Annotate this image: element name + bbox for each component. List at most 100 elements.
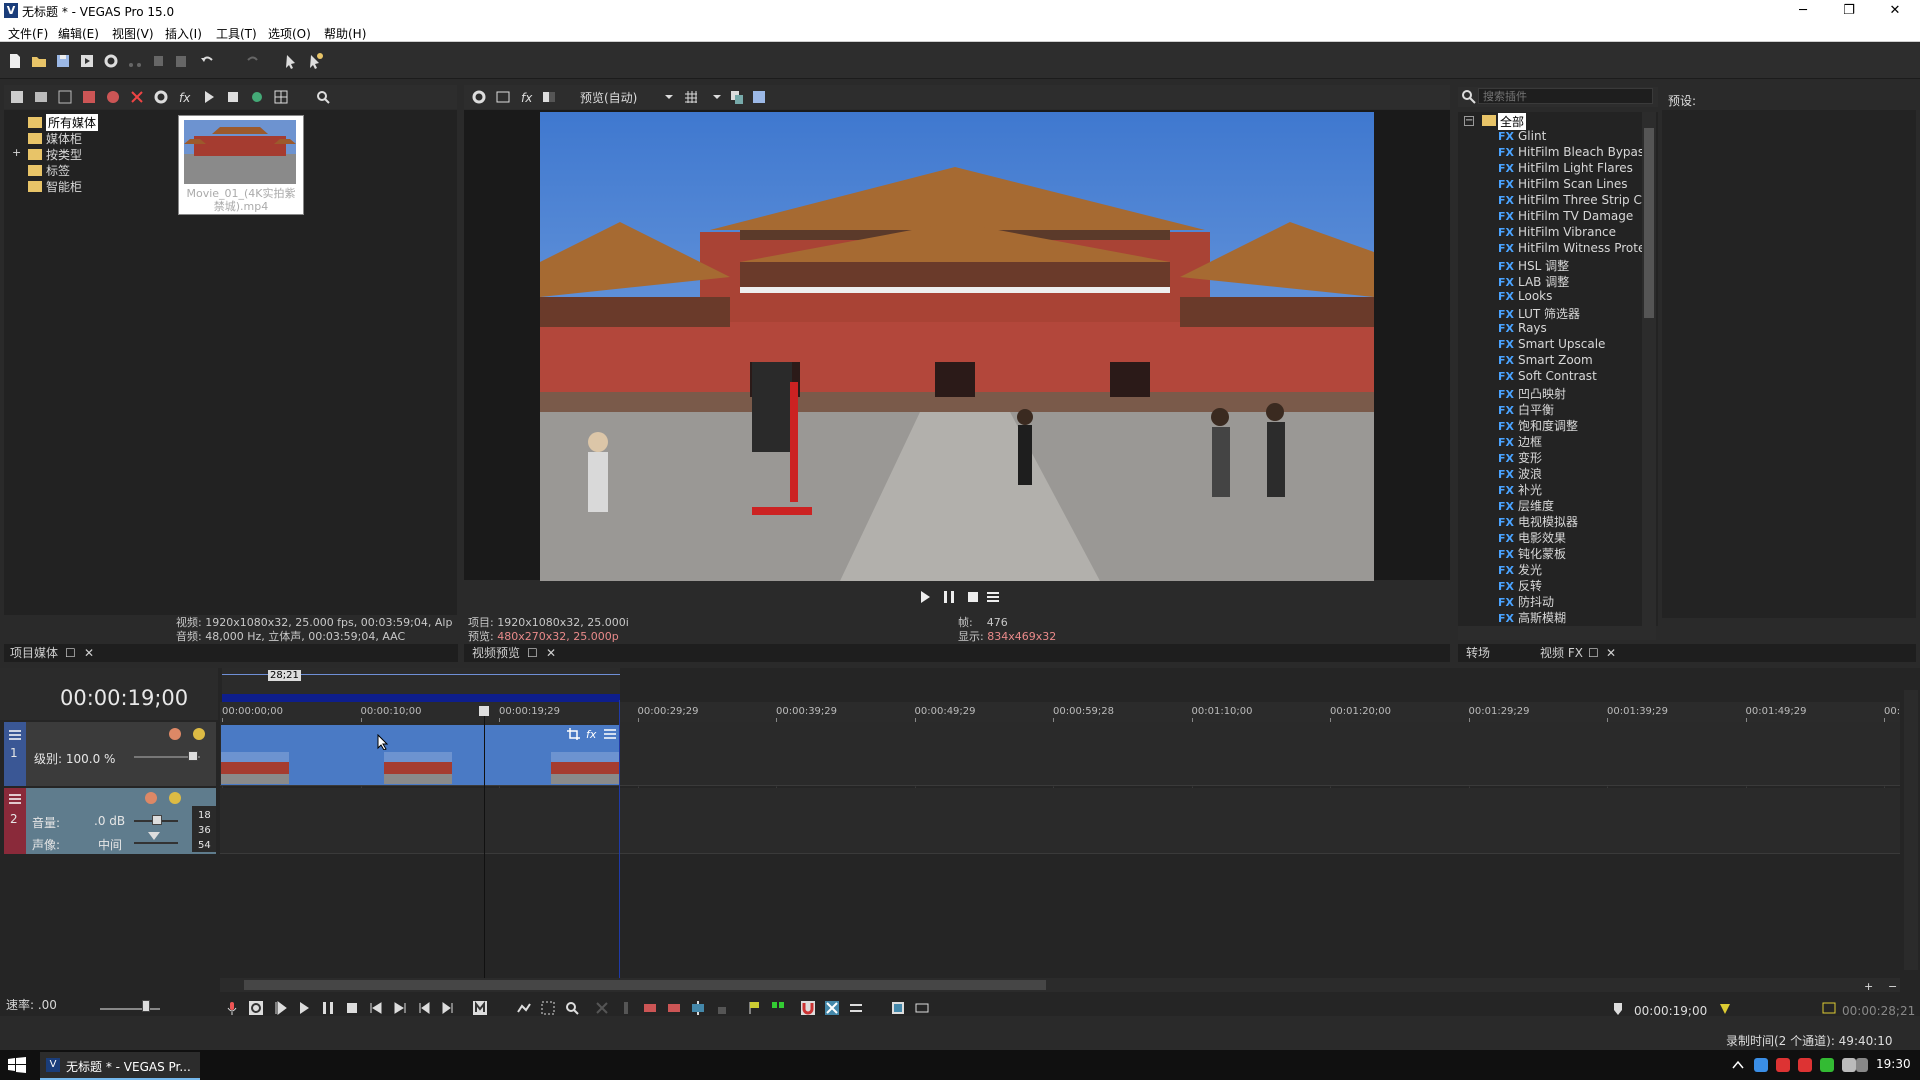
zoom-tool-icon[interactable] [564,1000,580,1016]
trim-icon[interactable] [618,1000,634,1016]
event-grouping-icon[interactable] [890,1000,906,1016]
fx-item[interactable]: FX Smart Zoom [1498,353,1642,369]
chevron-down-icon[interactable] [660,88,678,106]
fx-item[interactable]: FX HitFilm Three Strip Col [1498,193,1642,209]
fx-item[interactable]: FX Soft Contrast [1498,369,1642,385]
ripple-edit-icon[interactable] [848,1000,864,1016]
volume-slider-thumb[interactable] [152,815,162,825]
fx-item[interactable]: FX 电视模拟器 [1498,513,1642,529]
split-icon[interactable] [690,1000,706,1016]
tray-network-icon[interactable] [1842,1058,1856,1072]
play-icon[interactable] [916,588,934,606]
auto-preview-icon[interactable] [248,88,266,106]
solo-icon[interactable] [168,791,182,805]
delete-icon[interactable] [128,88,146,106]
menu-edit[interactable]: 编辑(E) [58,25,99,42]
fx-item[interactable]: FX HitFilm Scan Lines [1498,177,1642,193]
playhead-marker[interactable] [479,706,489,716]
menu-help[interactable]: 帮助(H) [324,25,366,42]
loop-region[interactable] [222,694,620,702]
save-snapshot-icon[interactable] [750,88,768,106]
fx-search-input[interactable] [1478,88,1653,104]
fx-item[interactable]: FX HitFilm Vibrance [1498,225,1642,241]
close-tab-icon[interactable]: ✕ [546,644,556,662]
audio-track-lane[interactable] [220,788,1900,854]
save-icon[interactable] [54,52,72,70]
fx-item[interactable]: FX Smart Upscale [1498,337,1642,353]
rate-slider-thumb[interactable] [142,1000,150,1012]
redo-icon[interactable] [244,52,262,70]
fx-scrollbar-thumb[interactable] [1644,128,1654,318]
fx-hscrollbar[interactable] [1458,626,1656,640]
envelope-tool-icon[interactable] [516,1000,532,1016]
close-tab-icon[interactable]: ✕ [1606,644,1616,662]
fx-item[interactable]: FX HitFilm Witness Protec [1498,241,1642,257]
tray-app-icon[interactable] [1776,1058,1790,1072]
timeline-vscrollbar[interactable] [1904,690,1918,970]
fx-item[interactable]: FX Glint [1498,129,1642,145]
fx-item[interactable]: FX LUT 筛选器 [1498,305,1642,321]
level-slider-thumb[interactable] [188,751,198,761]
fx-item[interactable]: FX 发光 [1498,561,1642,577]
properties-gear-icon[interactable] [102,52,120,70]
tab-project-media[interactable]: 项目媒体 [10,644,58,662]
split-screen-icon[interactable] [540,88,558,106]
snapping-icon[interactable] [800,1000,816,1016]
video-output-fx-icon[interactable]: fx [518,88,536,106]
delete-event-icon[interactable] [594,1000,610,1016]
zoom-out-button[interactable]: − [1888,980,1897,993]
fx-item[interactable]: FX 防抖动 [1498,593,1642,609]
event-fx-icon[interactable]: fx [585,727,599,741]
pan-slider-track[interactable] [134,842,178,844]
tray-app-icon[interactable] [1798,1058,1812,1072]
solo-icon[interactable] [192,727,206,741]
timeline-hscrollbar-thumb[interactable] [244,980,1046,990]
undock-icon[interactable]: ☐ [1588,644,1599,662]
tree-item-tags[interactable]: 标签 [28,162,70,178]
render-icon[interactable] [78,52,96,70]
menu-tools[interactable]: 工具(T) [216,25,257,42]
tree-item-media-bins[interactable]: 媒体柜 [28,130,82,146]
start-preview-icon[interactable] [200,88,218,106]
event-menu-icon[interactable] [603,727,617,741]
overlays-grid-icon[interactable] [682,88,700,106]
new-file-icon[interactable] [6,52,24,70]
tray-wechat-icon[interactable] [1820,1058,1834,1072]
whats-this-icon[interactable] [306,52,324,70]
previous-frame-icon[interactable] [416,1000,432,1016]
preview-quality-dropdown[interactable]: 预览(自动) [580,89,637,106]
play-from-start-icon[interactable] [272,1000,288,1016]
minimize-button[interactable]: ─ [1780,0,1826,22]
fx-item[interactable]: FX 补光 [1498,481,1642,497]
go-to-start-icon[interactable] [368,1000,384,1016]
menu-options[interactable]: 选项(O) [268,25,311,42]
tree-item-smart-bins[interactable]: 智能柜 [28,178,82,194]
tab-video-fx[interactable]: 视频 FX [1540,644,1583,662]
help-pointer-icon[interactable] [282,52,300,70]
remove-unused-icon[interactable] [104,88,122,106]
undo-icon[interactable] [198,52,216,70]
windows-start-icon[interactable] [8,1057,26,1073]
trim-end-icon[interactable] [666,1000,682,1016]
auto-crossfade-icon[interactable] [824,1000,840,1016]
playhead[interactable] [484,710,485,980]
stop-icon[interactable] [344,1000,360,1016]
tree-collapse-toggle[interactable]: − [1464,116,1474,126]
cut-icon[interactable] [126,52,144,70]
import-media-icon[interactable] [8,88,26,106]
fx-item[interactable]: FX HitFilm TV Damage [1498,209,1642,225]
mute-icon[interactable] [168,727,182,741]
lock-icon[interactable] [714,1000,730,1016]
edit-tool-icon[interactable] [472,1000,488,1016]
tray-app-icon[interactable] [1754,1058,1768,1072]
chevron-down-icon[interactable] [708,88,726,106]
device-icon[interactable] [494,88,512,106]
fx-item[interactable]: FX 白平衡 [1498,401,1642,417]
tray-chevron-up-icon[interactable] [1732,1060,1744,1070]
zoom-in-button[interactable]: + [1864,980,1873,993]
preview-properties-icon[interactable] [470,88,488,106]
rate-slider-track[interactable] [100,1008,160,1010]
fx-item[interactable]: FX Rays [1498,321,1642,337]
lock-envelopes-icon[interactable] [914,1000,930,1016]
tray-volume-icon[interactable] [1856,1058,1868,1072]
